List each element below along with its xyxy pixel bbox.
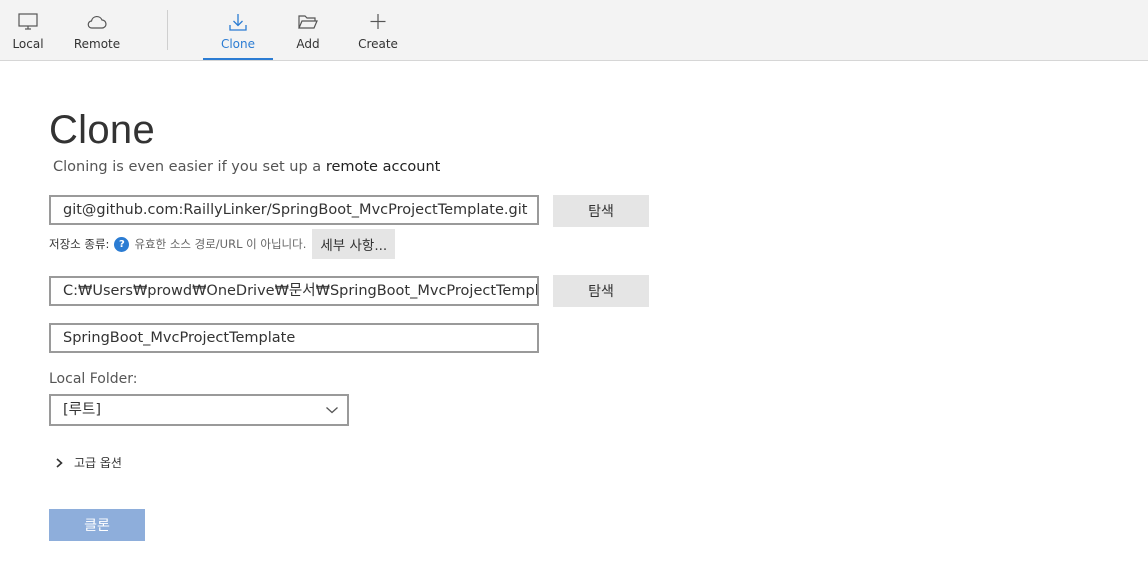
browse-destination-button[interactable]: 탐색	[553, 275, 649, 307]
local-folder-select[interactable]: [루트]	[49, 394, 349, 426]
monitor-icon	[18, 13, 38, 30]
advanced-options-label: 고급 옵션	[74, 456, 122, 470]
repository-type-status: 유효한 소스 경로/URL 이 아닙니다.	[134, 237, 307, 251]
details-button[interactable]: 세부 사항...	[312, 229, 396, 259]
toolbar-remote-label: Remote	[73, 37, 121, 51]
advanced-options-toggle[interactable]: 고급 옵션	[54, 454, 122, 471]
repository-type-row: 저장소 종류: ? 유효한 소스 경로/URL 이 아닙니다. 세부 사항...	[49, 229, 396, 259]
name-input[interactable]: SpringBoot_MvcProjectTemplate	[49, 323, 539, 353]
chevron-right-icon	[56, 457, 63, 468]
folder-open-icon	[298, 15, 318, 29]
cloud-icon	[87, 15, 107, 29]
top-toolbar: Local Remote Clone Add Create	[0, 0, 1148, 61]
toolbar-add-label: Add	[296, 37, 320, 51]
subtitle-text: Cloning is even easier if you set up a	[53, 159, 322, 175]
destination-path-input[interactable]: C:₩Users₩prowd₩OneDrive₩문서₩SpringBoot_Mv…	[49, 276, 539, 306]
toolbar-create-label: Create	[358, 37, 398, 51]
repository-type-label: 저장소 종류:	[49, 237, 110, 251]
toolbar-divider	[167, 10, 168, 50]
toolbar-local-button[interactable]: Local	[0, 0, 63, 60]
source-url-input[interactable]: git@github.com:RaillyLinker/SpringBoot_M…	[49, 195, 539, 225]
toolbar-create-button[interactable]: Create	[343, 0, 413, 60]
download-icon	[229, 14, 247, 31]
plus-icon	[370, 14, 386, 29]
toolbar-clone-label: Clone	[220, 37, 256, 51]
toolbar-local-label: Local	[12, 37, 44, 51]
chevron-down-icon	[326, 407, 338, 414]
page-title: Clone	[49, 108, 156, 152]
question-circle-icon[interactable]: ?	[114, 236, 130, 252]
toolbar-clone-button[interactable]: Clone	[203, 0, 273, 60]
local-folder-label: Local Folder:	[49, 371, 138, 387]
toolbar-add-button[interactable]: Add	[273, 0, 343, 60]
remote-account-link[interactable]: remote account	[326, 159, 441, 175]
local-folder-value: [루트]	[63, 402, 101, 418]
toolbar-remote-button[interactable]: Remote	[62, 0, 132, 60]
browse-source-button[interactable]: 탐색	[553, 195, 649, 227]
page-subtitle: Cloning is even easier if you set up a r…	[53, 159, 440, 175]
clone-button[interactable]: 클론	[49, 509, 145, 541]
